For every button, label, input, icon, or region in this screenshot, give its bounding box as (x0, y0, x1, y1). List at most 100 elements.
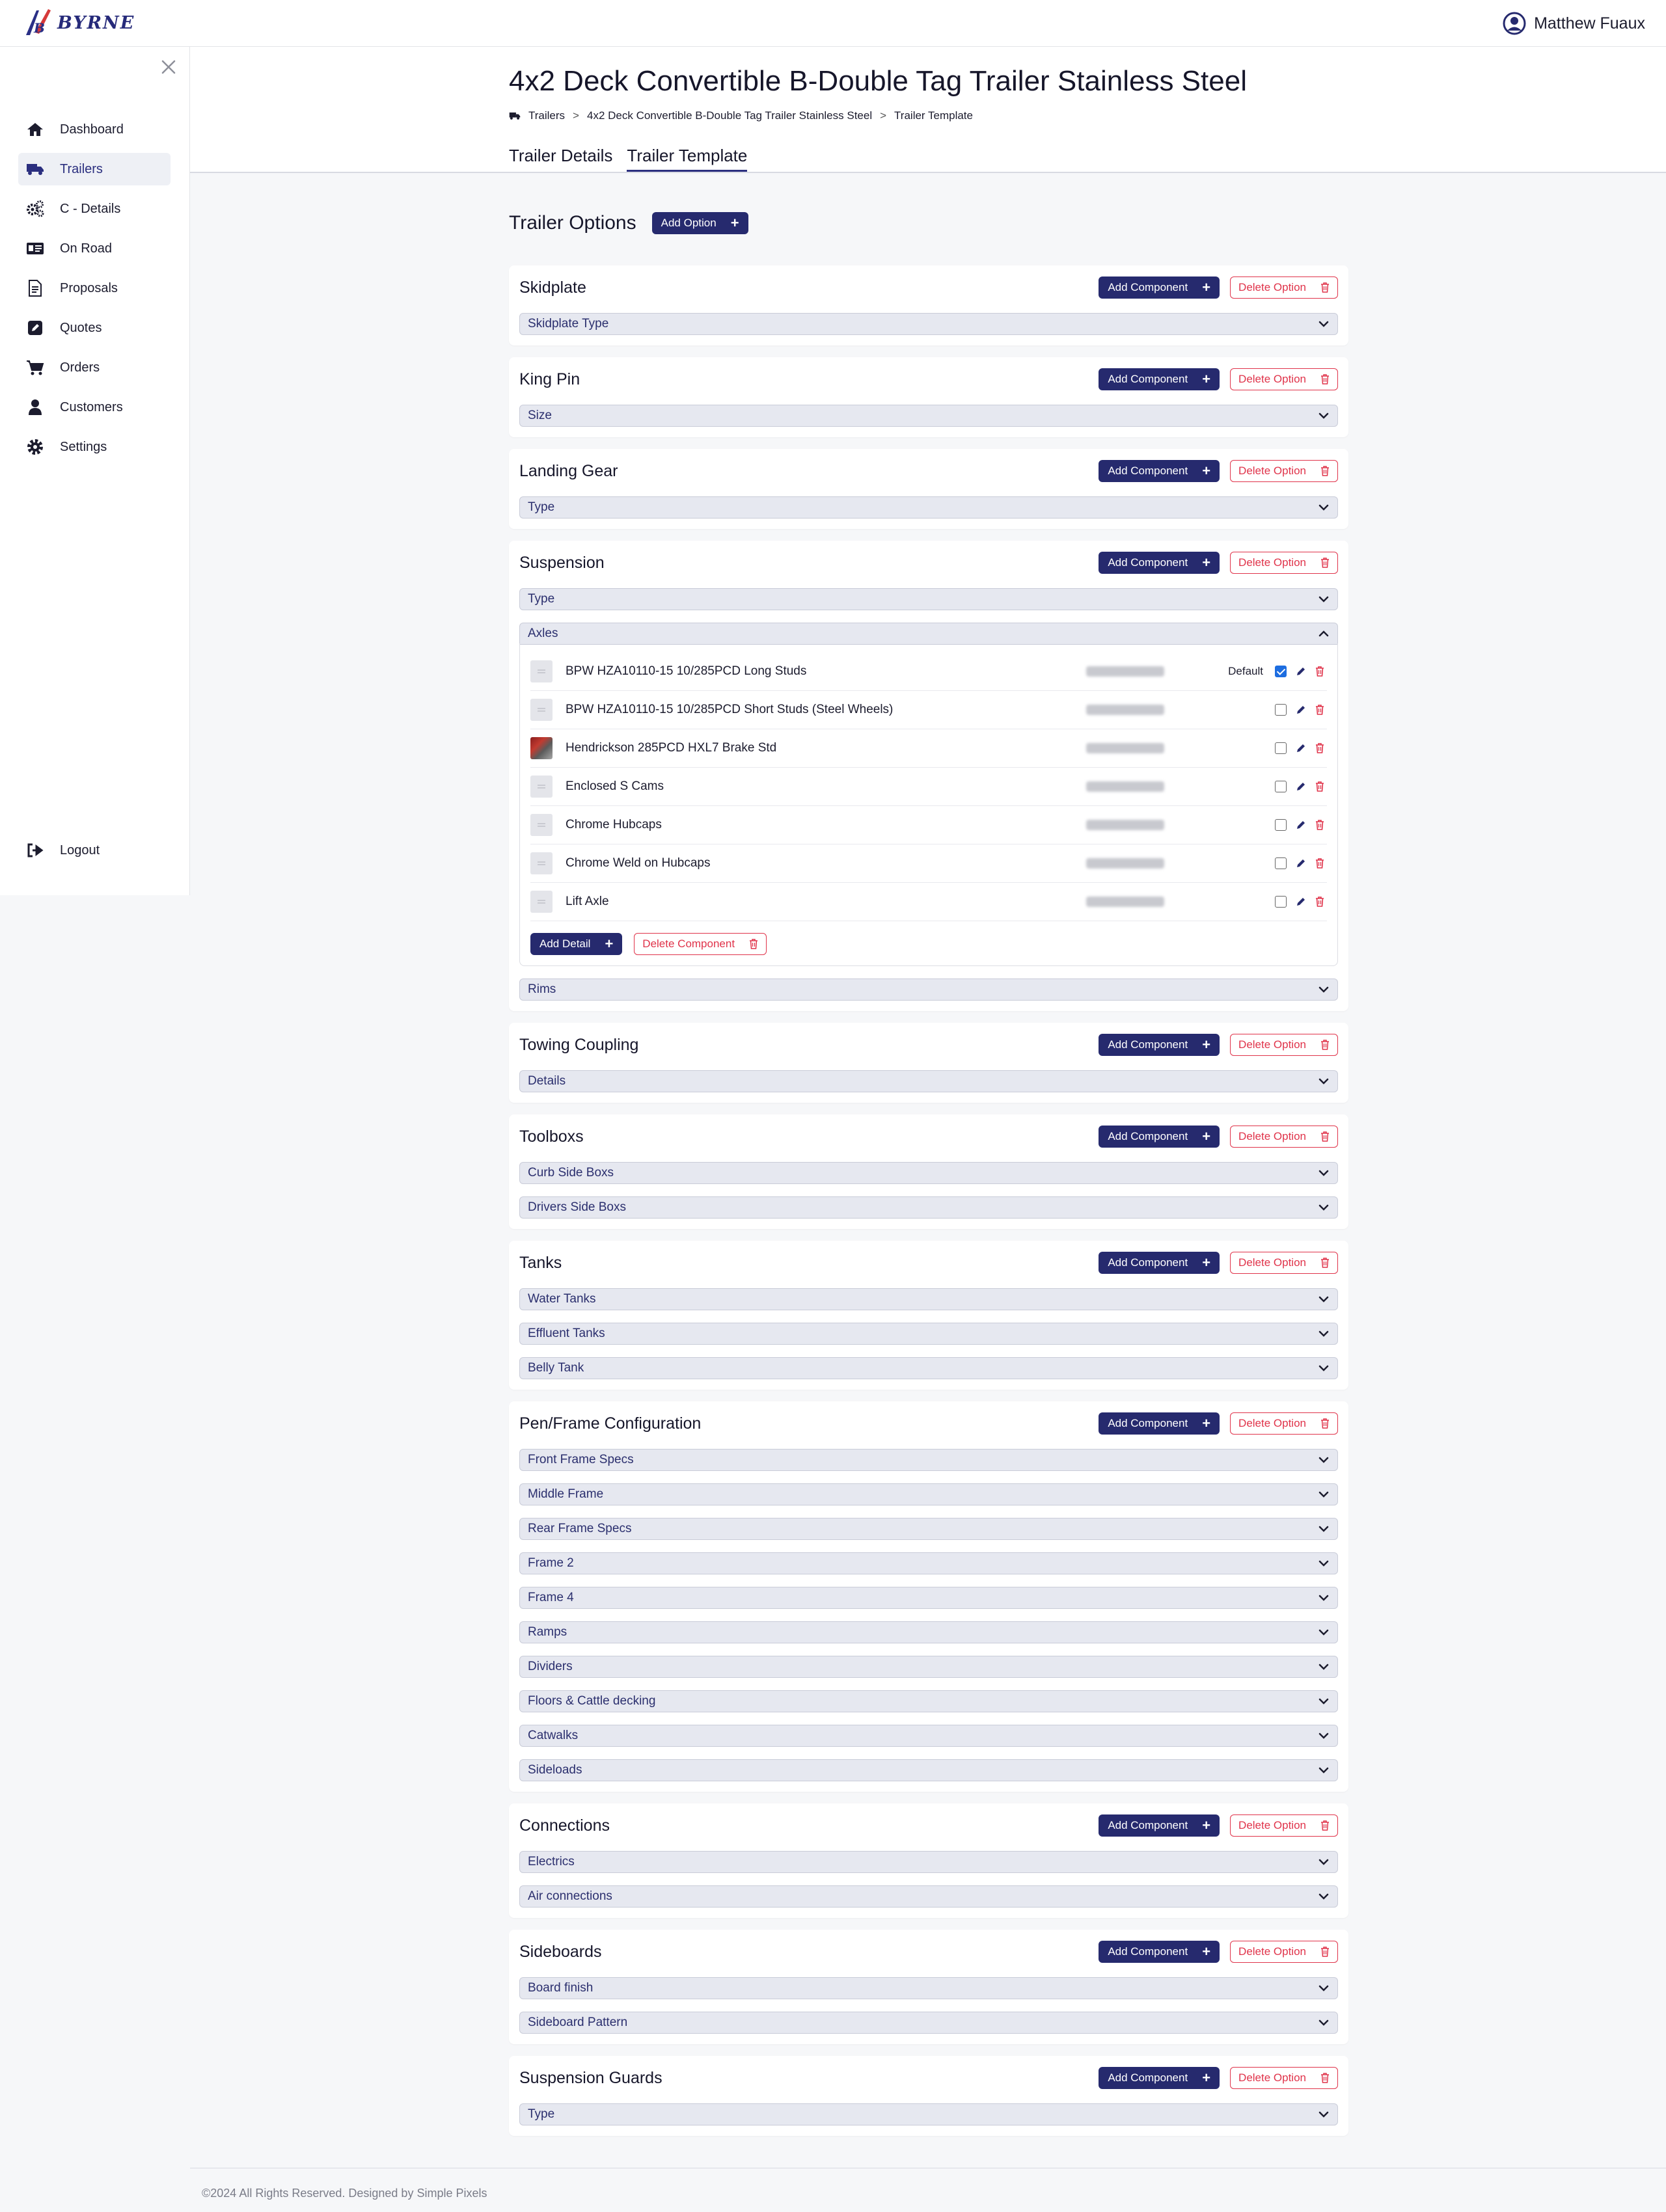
delete-icon[interactable] (1315, 897, 1324, 907)
delete-option-button[interactable]: Delete Option (1230, 2067, 1338, 2089)
component-accordion-drivers-side-boxs[interactable]: Drivers Side Boxs (519, 1196, 1338, 1219)
component-accordion-type[interactable]: Type (519, 588, 1338, 610)
user-menu[interactable]: Matthew Fuaux (1503, 10, 1645, 36)
default-checkbox[interactable] (1275, 742, 1287, 754)
edit-icon[interactable] (1296, 858, 1306, 869)
add-component-button[interactable]: Add Component + (1099, 1252, 1220, 1274)
add-component-button[interactable]: Add Component + (1099, 1126, 1220, 1148)
sidebar-item-on-road[interactable]: On Road (18, 232, 171, 265)
component-accordion-size[interactable]: Size (519, 405, 1338, 427)
delete-option-button[interactable]: Delete Option (1230, 1941, 1338, 1963)
delete-icon[interactable] (1315, 666, 1324, 677)
section-title: Trailer Options (509, 212, 636, 234)
sidebar-item-label: Trailers (60, 161, 103, 176)
delete-option-button[interactable]: Delete Option (1230, 276, 1338, 299)
component-accordion-curb-side-boxs[interactable]: Curb Side Boxs (519, 1162, 1338, 1184)
component-accordion-details[interactable]: Details (519, 1070, 1338, 1092)
component-accordion-ramps[interactable]: Ramps (519, 1621, 1338, 1643)
component-accordion-axles[interactable]: Axles (519, 623, 1338, 645)
sidebar-item-customers[interactable]: Customers (18, 391, 171, 424)
add-component-button[interactable]: Add Component + (1099, 552, 1220, 574)
breadcrumb-trailers[interactable]: Trailers (528, 109, 565, 122)
component-accordion-belly-tank[interactable]: Belly Tank (519, 1357, 1338, 1379)
add-option-button[interactable]: Add Option + (651, 212, 748, 234)
sidebar-item-c-details[interactable]: C - Details (18, 193, 171, 225)
edit-icon[interactable] (1296, 666, 1306, 677)
sidebar-item-dashboard[interactable]: Dashboard (18, 113, 171, 146)
component-accordion-frame-2[interactable]: Frame 2 (519, 1552, 1338, 1574)
delete-option-button[interactable]: Delete Option (1230, 1126, 1338, 1148)
component-accordion-board-finish[interactable]: Board finish (519, 1977, 1338, 1999)
component-accordion-sideloads[interactable]: Sideloads (519, 1759, 1338, 1781)
tab-trailer-details[interactable]: Trailer Details (509, 146, 612, 172)
component-accordion-sideboard-pattern[interactable]: Sideboard Pattern (519, 2012, 1338, 2034)
delete-icon[interactable] (1315, 858, 1324, 869)
add-component-button[interactable]: Add Component + (1099, 460, 1220, 482)
default-checkbox[interactable] (1275, 819, 1287, 831)
component-accordion-skidplate-type[interactable]: Skidplate Type (519, 313, 1338, 335)
close-sidebar-icon[interactable] (159, 57, 178, 77)
component-accordion-floors-cattle-decking[interactable]: Floors & Cattle decking (519, 1690, 1338, 1712)
add-component-button[interactable]: Add Component + (1099, 276, 1220, 299)
component-accordion-rear-frame-specs[interactable]: Rear Frame Specs (519, 1518, 1338, 1540)
component-accordion-water-tanks[interactable]: Water Tanks (519, 1288, 1338, 1310)
logout-button[interactable]: Logout (18, 834, 171, 867)
delete-icon[interactable] (1315, 781, 1324, 792)
delete-option-button[interactable]: Delete Option (1230, 1814, 1338, 1837)
default-checkbox[interactable] (1275, 896, 1287, 908)
add-component-button[interactable]: Add Component + (1099, 1412, 1220, 1435)
edit-icon[interactable] (1296, 820, 1306, 830)
component-accordion-frame-4[interactable]: Frame 4 (519, 1587, 1338, 1609)
component-accordion-type[interactable]: Type (519, 2103, 1338, 2125)
edit-icon[interactable] (1296, 897, 1306, 907)
delete-icon[interactable] (1315, 820, 1324, 830)
component-accordion-type[interactable]: Type (519, 496, 1338, 519)
delete-option-button[interactable]: Delete Option (1230, 552, 1338, 574)
default-checkbox[interactable] (1275, 781, 1287, 792)
detail-name: Chrome Hubcaps (566, 818, 662, 831)
sidebar-item-trailers[interactable]: Trailers (18, 153, 171, 185)
default-checkbox[interactable] (1275, 704, 1287, 716)
edit-icon[interactable] (1296, 743, 1306, 753)
component-accordion-front-frame-specs[interactable]: Front Frame Specs (519, 1449, 1338, 1471)
edit-icon[interactable] (1296, 705, 1306, 715)
add-component-button[interactable]: Add Component + (1099, 1814, 1220, 1837)
add-component-button[interactable]: Add Component + (1099, 1941, 1220, 1963)
add-component-button[interactable]: Add Component + (1099, 2067, 1220, 2089)
default-label: Default (1228, 665, 1263, 677)
sidebar-item-settings[interactable]: Settings (18, 431, 171, 463)
plus-icon: + (1202, 1817, 1211, 1833)
delete-option-button[interactable]: Delete Option (1230, 460, 1338, 482)
component-accordion-middle-frame[interactable]: Middle Frame (519, 1483, 1338, 1505)
delete-option-button[interactable]: Delete Option (1230, 1034, 1338, 1056)
component-accordion-catwalks[interactable]: Catwalks (519, 1725, 1338, 1747)
chevron-down-icon (1318, 1560, 1329, 1567)
delete-icon[interactable] (1315, 743, 1324, 753)
delete-icon[interactable] (1315, 705, 1324, 715)
detail-name: Chrome Weld on Hubcaps (566, 856, 711, 870)
component-accordion-electrics[interactable]: Electrics (519, 1851, 1338, 1873)
component-accordion-dividers[interactable]: Dividers (519, 1656, 1338, 1678)
edit-icon[interactable] (1296, 781, 1306, 792)
add-detail-button[interactable]: Add Detail + (530, 933, 623, 955)
default-checkbox[interactable] (1275, 857, 1287, 869)
component-accordion-rims[interactable]: Rims (519, 978, 1338, 1001)
tab-trailer-template[interactable]: Trailer Template (627, 146, 748, 172)
option-card-suspension: Suspension Add Component + Delete Option Typ… (509, 541, 1348, 1011)
component-accordion-effluent-tanks[interactable]: Effluent Tanks (519, 1323, 1338, 1345)
add-component-button[interactable]: Add Component + (1099, 368, 1220, 390)
delete-option-button[interactable]: Delete Option (1230, 1252, 1338, 1274)
add-component-button[interactable]: Add Component + (1099, 1034, 1220, 1056)
breadcrumb-trailer[interactable]: 4x2 Deck Convertible B-Double Tag Traile… (587, 109, 872, 122)
home-icon (26, 120, 44, 139)
component-accordion-air-connections[interactable]: Air connections (519, 1885, 1338, 1908)
sidebar-item-quotes[interactable]: Quotes (18, 312, 171, 344)
delete-option-button[interactable]: Delete Option (1230, 368, 1338, 390)
sidebar-item-orders[interactable]: Orders (18, 351, 171, 384)
delete-option-button[interactable]: Delete Option (1230, 1412, 1338, 1435)
brand-logo[interactable]: B BYRNE (22, 7, 135, 39)
sidebar-item-proposals[interactable]: Proposals (18, 272, 171, 304)
button-label: Add Component (1108, 556, 1188, 569)
delete-component-button[interactable]: Delete Component (634, 933, 767, 955)
default-checkbox[interactable] (1275, 666, 1287, 677)
